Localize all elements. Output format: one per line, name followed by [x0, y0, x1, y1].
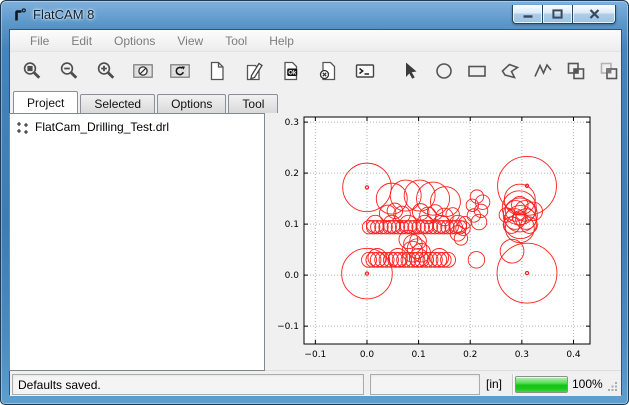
- clear-plot-button[interactable]: [131, 59, 155, 83]
- menu-edit[interactable]: Edit: [60, 31, 103, 51]
- y-tick-label: 0.0: [285, 271, 300, 281]
- y-tick-label: 0.3: [285, 118, 299, 128]
- toolbar-group-geometry: [399, 59, 629, 83]
- y-tick-label: 0.2: [285, 169, 299, 179]
- zoom-in-button[interactable]: [94, 59, 118, 83]
- tab-options[interactable]: Options: [157, 94, 226, 113]
- intersection-tool-button[interactable]: [597, 59, 621, 83]
- status-aux-panel: [370, 374, 480, 395]
- clear-plot-icon: [132, 60, 154, 82]
- progress-bar: [515, 376, 568, 393]
- accept-file-button[interactable]: Ok: [279, 59, 303, 83]
- new-file-button[interactable]: [205, 59, 229, 83]
- tab-selected[interactable]: Selected: [80, 94, 155, 113]
- flatcam-logo-icon: [12, 7, 28, 23]
- caption-buttons: [512, 5, 616, 24]
- union-tool-icon: [565, 60, 587, 82]
- edit-file-button[interactable]: [242, 59, 266, 83]
- client-area: File Edit Options View Tool Help: [9, 29, 622, 395]
- x-tick-label: 0.0: [360, 350, 375, 360]
- shell-icon: [354, 60, 376, 82]
- tree-item-label: FlatCam_Drilling_Test.drl: [35, 120, 169, 134]
- progress-percent-label: 100%: [572, 377, 603, 391]
- tree-item-drill-file[interactable]: FlatCam_Drilling_Test.drl: [10, 114, 264, 134]
- tab-bar: Project Selected Options Tool: [13, 91, 280, 113]
- x-tick-label: 0.1: [411, 350, 425, 360]
- drill-marks-icon: [16, 121, 29, 134]
- project-tree-panel[interactable]: FlatCam_Drilling_Test.drl: [9, 113, 265, 371]
- replot-button[interactable]: [168, 59, 192, 83]
- circle-tool-icon: [433, 60, 455, 82]
- status-separator: [512, 374, 513, 395]
- zoom-out-button[interactable]: [57, 59, 81, 83]
- polyline-tool-icon: [532, 60, 554, 82]
- flatcam-window: FlatCAM 8 File Edit Options View Tool He…: [0, 0, 629, 405]
- polygon-tool-icon: [499, 60, 521, 82]
- x-tick-label: 0.4: [566, 350, 581, 360]
- menu-bar: File Edit Options View Tool Help: [10, 30, 621, 52]
- y-tick-label: 0.1: [285, 220, 299, 230]
- delete-file-button[interactable]: [316, 59, 340, 83]
- union-tool-button[interactable]: [564, 59, 588, 83]
- toolbar: Ok: [10, 52, 621, 89]
- intersection-tool-icon: [598, 60, 620, 82]
- edit-file-icon: [243, 60, 265, 82]
- replot-icon: [169, 60, 191, 82]
- polyline-tool-button[interactable]: [531, 59, 555, 83]
- menu-view[interactable]: View: [166, 31, 214, 51]
- window-title: FlatCAM 8: [33, 7, 94, 22]
- rectangle-tool-button[interactable]: [465, 59, 489, 83]
- pointer-tool-button[interactable]: [399, 59, 423, 83]
- menu-options[interactable]: Options: [103, 31, 166, 51]
- shell-button[interactable]: [353, 59, 377, 83]
- new-file-icon: [206, 60, 228, 82]
- accept-file-icon: Ok: [280, 60, 302, 82]
- x-tick-label: 0.3: [515, 350, 529, 360]
- zoom-fit-icon: [21, 60, 43, 82]
- units-label: [in]: [486, 377, 502, 391]
- delete-file-icon: [317, 60, 339, 82]
- plot-canvas[interactable]: −0.1 0.0 0.1 0.2 0.3 0.4 −0.1 0.0 0.1 0.2 0.3: [268, 97, 620, 367]
- progress-bar-fill: [516, 377, 567, 392]
- polygon-tool-button[interactable]: [498, 59, 522, 83]
- menu-help[interactable]: Help: [258, 31, 305, 51]
- tab-project[interactable]: Project: [13, 91, 78, 113]
- resize-grip[interactable]: [607, 380, 618, 391]
- maximize-button[interactable]: [542, 5, 573, 24]
- zoom-in-icon: [95, 60, 117, 82]
- title-bar[interactable]: FlatCAM 8: [1, 1, 628, 29]
- pointer-icon: [400, 60, 422, 82]
- status-bar: Defaults saved. [in] 100%: [10, 370, 621, 396]
- status-message: Defaults saved.: [12, 374, 364, 395]
- x-tick-label: 0.2: [463, 350, 477, 360]
- rectangle-tool-icon: [466, 60, 488, 82]
- zoom-fit-button[interactable]: [20, 59, 44, 83]
- menu-tool[interactable]: Tool: [214, 31, 258, 51]
- zoom-out-icon: [58, 60, 80, 82]
- minimize-button[interactable]: [512, 5, 542, 24]
- menu-file[interactable]: File: [19, 31, 60, 51]
- y-tick-label: −0.1: [277, 322, 299, 332]
- close-button[interactable]: [573, 5, 616, 24]
- toolbar-group-main: Ok: [20, 59, 377, 83]
- x-tick-label: −0.1: [304, 350, 326, 360]
- svg-text:Ok: Ok: [288, 70, 297, 76]
- circle-tool-button[interactable]: [432, 59, 456, 83]
